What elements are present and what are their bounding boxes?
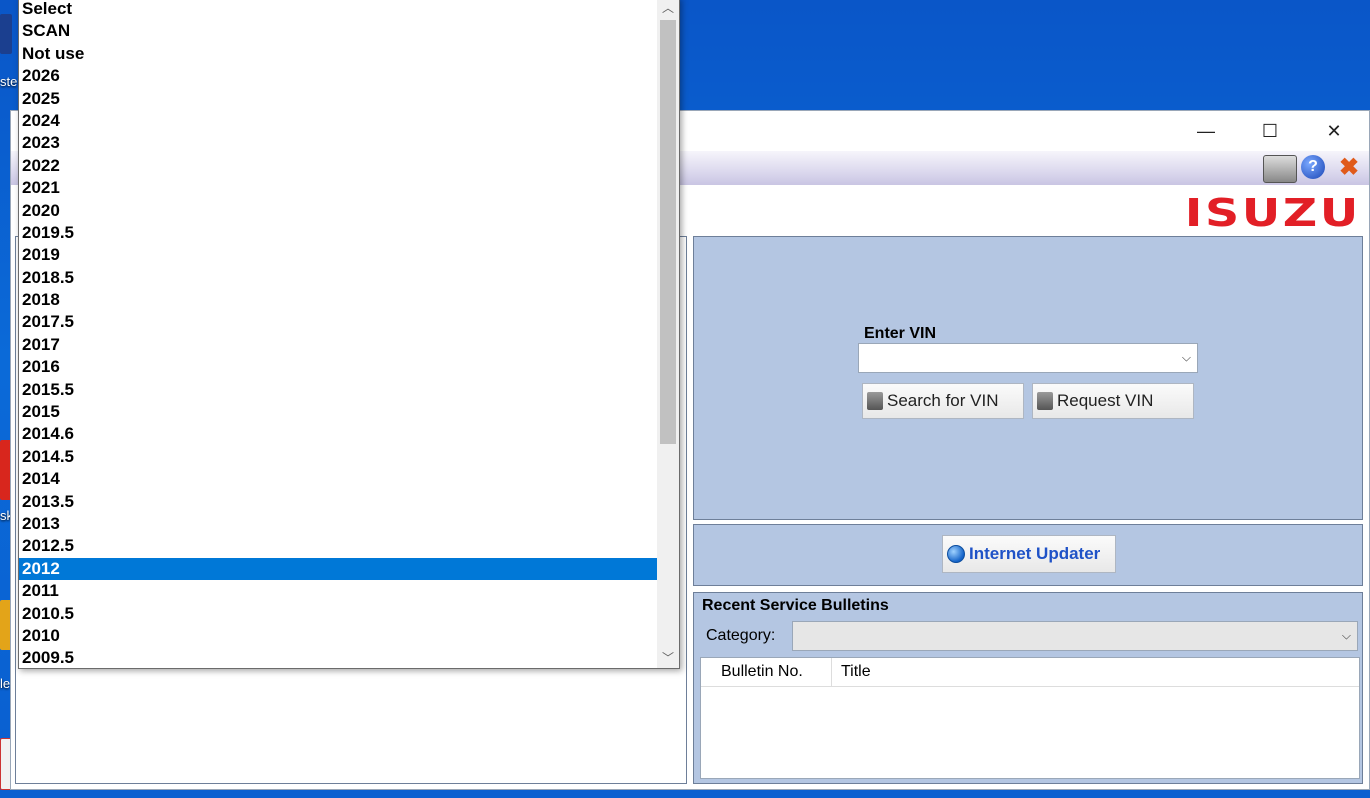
scroll-thumb[interactable] [660,20,676,444]
dropdown-option[interactable]: 2019.5 [19,222,657,244]
bulletins-table[interactable]: Bulletin No. Title [700,657,1360,779]
dropdown-option[interactable]: 2022 [19,155,657,177]
vin-input[interactable]: ⌵ [858,343,1198,373]
dropdown-option[interactable]: 2025 [19,88,657,110]
globe-icon [947,545,965,563]
desktop-app-icon[interactable] [0,14,12,54]
dropdown-option[interactable]: 2020 [19,200,657,222]
request-vin-button[interactable]: Request VIN [1032,383,1194,419]
minimize-button[interactable]: — [1183,111,1229,151]
request-vin-label: Request VIN [1057,391,1154,410]
exit-icon[interactable]: ✖ [1339,153,1359,182]
dropdown-option[interactable]: SCAN [19,20,657,42]
dropdown-option[interactable]: 2009.5 [19,647,657,668]
dropdown-option[interactable]: 2026 [19,65,657,87]
bulletins-title: Recent Service Bulletins [702,597,889,614]
help-icon[interactable]: ? [1301,155,1325,179]
scroll-down-icon[interactable]: ﹀ [657,648,679,668]
internet-updater-button[interactable]: Internet Updater [942,535,1116,573]
column-header-title[interactable]: Title [841,658,1041,686]
column-divider [831,658,832,686]
search-vin-button[interactable]: Search for VIN [862,383,1024,419]
dropdown-option[interactable]: 2017 [19,334,657,356]
bulletins-panel: Recent Service Bulletins Category: ⌵ Bul… [693,592,1363,784]
dropdown-option[interactable]: 2011 [19,580,657,602]
camera-icon[interactable] [1263,155,1297,183]
dropdown-option[interactable]: 2012.5 [19,535,657,557]
category-label: Category: [706,627,776,644]
dropdown-option[interactable]: 2012 [19,557,657,581]
column-header-bulletin-no[interactable]: Bulletin No. [721,658,831,686]
dropdown-option[interactable]: 2018 [19,289,657,311]
dropdown-option[interactable]: 2023 [19,132,657,154]
desktop-label: le [0,676,11,691]
dropdown-option[interactable]: 2015.5 [19,379,657,401]
chevron-down-icon[interactable]: ⌵ [1342,629,1351,644]
scroll-up-icon[interactable]: ︿ [657,0,679,18]
desktop-label: ste [0,74,18,89]
isuzu-logo: ISUZU [1185,191,1361,235]
dropdown-option[interactable]: 2015 [19,401,657,423]
dropdown-option[interactable]: Not use [19,43,657,65]
dropdown-option[interactable]: 2024 [19,110,657,132]
dropdown-option[interactable]: 2018.5 [19,267,657,289]
dropdown-scrollbar[interactable]: ︿ ﹀ [657,0,679,668]
vin-panel: Enter VIN ⌵ Search for VIN Request VIN [693,236,1363,520]
dropdown-option[interactable]: Select [19,0,657,20]
dropdown-option[interactable]: 2010.5 [19,603,657,625]
dropdown-option[interactable]: 2013.5 [19,491,657,513]
close-button[interactable]: ✕ [1311,111,1357,151]
dropdown-option[interactable]: 2013 [19,513,657,535]
header-divider [701,686,1359,687]
dropdown-option[interactable]: 2014.5 [19,446,657,468]
dropdown-option[interactable]: 2016 [19,356,657,378]
category-select[interactable]: ⌵ [792,621,1358,651]
dropdown-option[interactable]: 2014 [19,468,657,490]
document-icon [1037,392,1053,410]
search-vin-label: Search for VIN [887,391,999,410]
enter-vin-label: Enter VIN [864,325,937,342]
dropdown-option[interactable]: 2014.6 [19,423,657,445]
year-dropdown-list[interactable]: Select SCAN Not use 2026 2025 2024 2023 2022 202… [18,0,680,669]
dropdown-option[interactable]: 2010 [19,625,657,647]
year-options: Select SCAN Not use 2026 2025 2024 2023 2022 202… [19,0,657,668]
maximize-button[interactable]: ☐ [1247,111,1293,151]
scanner-icon [867,392,883,410]
dropdown-option[interactable]: 2021 [19,177,657,199]
dropdown-option[interactable]: 2017.5 [19,311,657,333]
internet-updater-label: Internet Updater [969,544,1101,563]
updater-panel: Internet Updater [693,524,1363,586]
chevron-down-icon[interactable]: ⌵ [1182,351,1191,366]
dropdown-option[interactable]: 2019 [19,244,657,266]
